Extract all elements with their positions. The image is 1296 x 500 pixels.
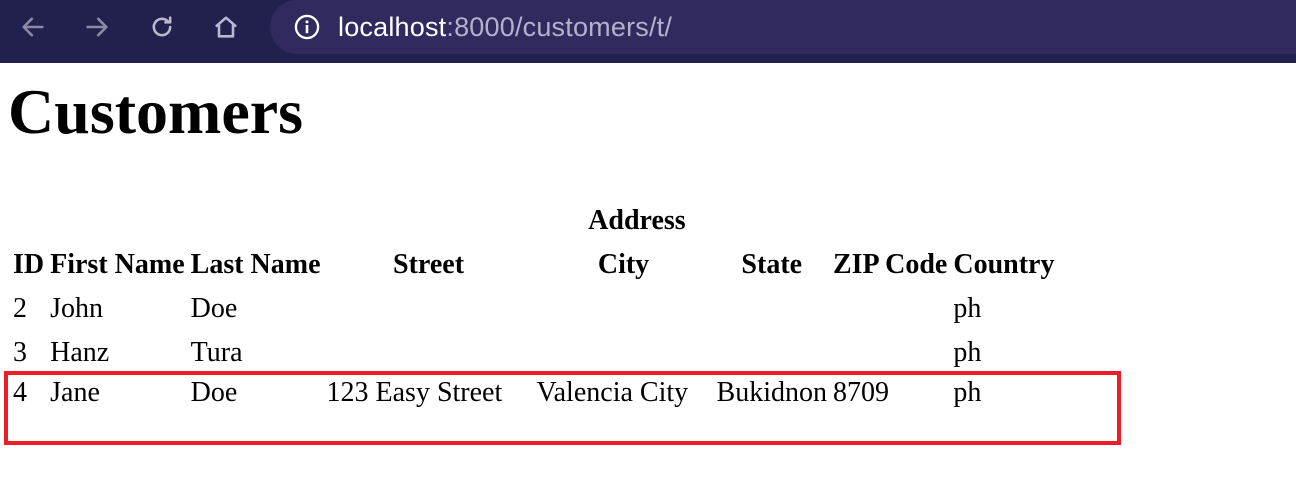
url-host: localhost	[338, 11, 447, 42]
url-path: :8000/customers/t/	[446, 11, 673, 42]
info-icon[interactable]	[292, 12, 322, 42]
cell-street	[326, 332, 532, 374]
table-row: 4 Jane Doe 123 Easy Street Valencia City…	[12, 376, 1055, 418]
address-group-header: Address	[588, 205, 686, 236]
header-group-row: Address	[12, 200, 1055, 242]
back-button[interactable]	[16, 10, 50, 44]
cell-first-name: Jane	[50, 377, 100, 408]
cell-country: ph	[953, 293, 982, 324]
cell-first-name: John	[50, 293, 104, 324]
cell-zip-code: 8709	[832, 377, 889, 408]
cell-id: 3	[13, 337, 27, 368]
cell-city: Valencia City	[536, 377, 689, 408]
forward-arrow-icon	[86, 17, 108, 37]
customers-table: Address ID First Name Last Name Street C…	[8, 198, 1059, 420]
cell-zip-code	[832, 332, 948, 374]
home-button[interactable]	[209, 10, 243, 44]
header-row: ID First Name Last Name Street City Stat…	[12, 244, 1055, 286]
cell-id: 2	[13, 293, 27, 324]
column-header-city: City	[597, 249, 650, 280]
cell-city	[536, 332, 712, 374]
browser-toolbar: localhost:8000/customers/t/	[0, 0, 1296, 63]
column-header-last-name: Last Name	[190, 249, 321, 280]
column-header-country: Country	[953, 249, 1055, 280]
address-bar[interactable]: localhost:8000/customers/t/	[270, 0, 1296, 54]
reload-icon	[152, 16, 172, 37]
cell-city	[536, 288, 712, 330]
cell-state: Bukidnon	[716, 377, 827, 408]
reload-button[interactable]	[145, 10, 179, 44]
cell-country: ph	[953, 337, 982, 368]
cell-country: ph	[953, 377, 982, 408]
page-title: Customers	[8, 76, 304, 147]
column-header-first-name: First Name	[50, 249, 185, 280]
header-spacer	[12, 200, 322, 242]
cell-state	[716, 288, 828, 330]
cell-street: 123 Easy Street	[326, 377, 503, 408]
cell-zip-code	[832, 288, 948, 330]
cell-state	[716, 332, 828, 374]
column-header-street: Street	[393, 249, 465, 280]
table-row: 2 John Doe ph	[12, 288, 1055, 330]
cell-street	[326, 288, 532, 330]
home-icon	[215, 16, 237, 38]
cell-id: 4	[13, 377, 27, 408]
forward-button[interactable]	[80, 10, 114, 44]
column-header-id: ID	[13, 249, 45, 280]
cell-last-name: Doe	[190, 377, 238, 408]
back-arrow-icon	[22, 17, 44, 37]
url-text[interactable]: localhost:8000/customers/t/	[338, 12, 672, 43]
column-header-zip-code: ZIP Code	[832, 249, 948, 280]
header-spacer	[952, 200, 1055, 242]
cell-last-name: Doe	[190, 293, 238, 324]
table-row: 3 Hanz Tura ph	[12, 332, 1055, 374]
cell-last-name: Tura	[190, 337, 243, 368]
column-header-state: State	[741, 249, 803, 280]
cell-first-name: Hanz	[50, 337, 110, 368]
